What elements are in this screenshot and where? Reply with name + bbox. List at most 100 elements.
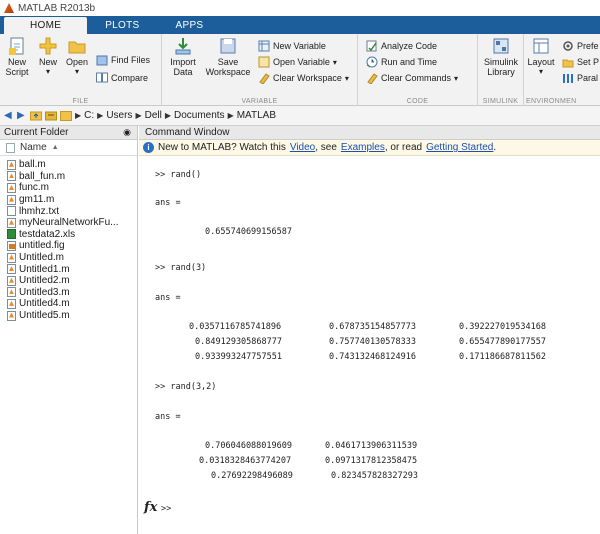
breadcrumb-separator-icon: ▶: [75, 111, 82, 120]
open-dropdown-icon: ▾: [74, 67, 79, 76]
file-list-item[interactable]: untitled.fig: [0, 240, 137, 252]
compare-label: Compare: [111, 73, 149, 83]
command-window-header: Command Window: [139, 126, 600, 140]
breadcrumb-item-drive[interactable]: C:: [84, 110, 94, 121]
title-bar: MATLAB R2013b: [0, 0, 600, 16]
file-list-item[interactable]: Untitled2.m: [0, 275, 137, 287]
video-link[interactable]: Video: [290, 142, 315, 153]
breadcrumb-item-matlab[interactable]: MATLAB: [237, 110, 276, 121]
name-column-header[interactable]: Name ▲: [0, 140, 137, 156]
preferences-button[interactable]: Prefe: [562, 40, 599, 52]
simulink-library-button[interactable]: Simulink Library: [480, 37, 522, 77]
m-file-icon: [7, 310, 16, 321]
save-workspace-button[interactable]: Save Workspace: [204, 37, 252, 77]
function-browser-icon[interactable]: fx: [144, 500, 157, 515]
m-file-icon: [7, 264, 16, 275]
open-variable-dropdown-icon: ▾: [332, 57, 337, 67]
breadcrumb-item-dell[interactable]: Dell: [145, 110, 162, 121]
m-file-icon: [7, 275, 16, 286]
m-file-icon: [7, 287, 16, 298]
clear-commands-icon: [367, 73, 378, 84]
variable-group-label: VARIABLE: [241, 98, 278, 105]
ans-label: ans =: [155, 198, 181, 208]
txt-file-icon: [7, 206, 16, 217]
layout-icon: [533, 38, 549, 54]
new-button[interactable]: New ▾: [36, 37, 60, 77]
file-name: Untitled2.m: [19, 275, 70, 287]
file-list-item[interactable]: Untitled.m: [0, 252, 137, 264]
window-title: MATLAB R2013b: [18, 2, 96, 14]
file-list-item[interactable]: myNeuralNetworkFu...: [0, 217, 137, 229]
open-variable-label: Open Variable: [273, 57, 330, 67]
file-list-item[interactable]: ball.m: [0, 159, 137, 171]
checkbox-icon: [6, 142, 15, 153]
file-group: New Script New ▾ Open ▾ Find Files Compa…: [0, 34, 162, 106]
set-path-button[interactable]: Set P: [562, 56, 599, 68]
matrix-cell: 0.0318328463774207: [199, 456, 292, 466]
layout-dropdown-icon: ▾: [538, 67, 543, 76]
tab-plots[interactable]: PLOTS: [87, 17, 157, 34]
banner-sep-2: , or read: [384, 142, 423, 153]
file-list-item[interactable]: ball_fun.m: [0, 171, 137, 183]
parallel-button[interactable]: Paral: [562, 72, 598, 84]
browse-folder-icon[interactable]: [45, 110, 57, 121]
tab-home[interactable]: HOME: [4, 17, 88, 34]
clear-workspace-button[interactable]: Clear Workspace ▾: [258, 72, 349, 84]
folder-open-icon: [68, 41, 86, 54]
run-and-time-button[interactable]: Run and Time: [366, 56, 437, 68]
banner-intro: New to MATLAB? Watch this: [158, 142, 286, 153]
layout-button[interactable]: Layout ▾: [526, 37, 556, 77]
file-name: Untitled4.m: [19, 298, 70, 310]
matlab-logo-icon: [4, 3, 14, 13]
new-variable-icon: [258, 40, 270, 52]
file-name: ball_fun.m: [19, 170, 66, 182]
m-file-icon: [7, 194, 16, 205]
find-files-icon: [96, 55, 108, 66]
open-button[interactable]: Open ▾: [64, 37, 90, 77]
compare-button[interactable]: Compare: [96, 72, 148, 84]
matrix-cell: 0.757740130578333: [329, 337, 416, 347]
current-folder-title: Current Folder: [4, 127, 69, 138]
clear-workspace-dropdown-icon: ▾: [344, 73, 349, 83]
file-list-item[interactable]: Untitled4.m: [0, 298, 137, 310]
new-variable-button[interactable]: New Variable: [258, 40, 326, 52]
command-prompt[interactable]: >>: [161, 504, 171, 514]
matrix-cell: 0.678735154857773: [329, 322, 416, 332]
file-list-item[interactable]: gm11.m: [0, 194, 137, 206]
file-list-item[interactable]: Untitled5.m: [0, 310, 137, 322]
new-script-button[interactable]: New Script: [4, 37, 30, 77]
back-arrow-icon[interactable]: ◀: [4, 110, 14, 121]
import-data-icon: [175, 38, 191, 55]
file-list-item[interactable]: lhmhz.txt: [0, 205, 137, 217]
file-list: ball.m ball_fun.m func.m gm11.m lhmhz.txt myN…: [0, 156, 137, 321]
breadcrumb-separator-icon: ▶: [227, 111, 234, 120]
file-list-item[interactable]: Untitled1.m: [0, 263, 137, 275]
open-variable-button[interactable]: Open Variable ▾: [258, 56, 337, 68]
clear-commands-button[interactable]: Clear Commands ▾: [366, 72, 458, 84]
file-name: gm11.m: [19, 194, 55, 206]
file-list-item[interactable]: func.m: [0, 182, 137, 194]
banner-end: .: [493, 142, 497, 153]
command-window-title: Command Window: [145, 127, 230, 138]
forward-arrow-icon[interactable]: ▶: [17, 110, 27, 121]
new-dropdown-icon: ▾: [45, 67, 50, 76]
breadcrumb-item-users[interactable]: Users: [106, 110, 132, 121]
examples-link[interactable]: Examples: [341, 142, 385, 153]
getting-started-link[interactable]: Getting Started: [426, 142, 493, 153]
up-folder-icon[interactable]: [30, 110, 42, 121]
matrix-cell: 0.171186687811562: [459, 352, 546, 362]
analyze-code-button[interactable]: Analyze Code: [366, 40, 437, 52]
new-plus-icon: [39, 37, 57, 55]
simulink-group: Simulink Library SIMULINK: [478, 34, 524, 106]
import-data-button[interactable]: Import Data: [168, 37, 198, 77]
file-list-item[interactable]: testdata2.xls: [0, 229, 137, 241]
find-files-button[interactable]: Find Files: [96, 54, 150, 66]
new-script-icon: [9, 37, 24, 55]
tab-apps[interactable]: APPS: [158, 17, 222, 34]
file-name: Untitled.m: [19, 252, 65, 264]
pane-menu-icon[interactable]: ◉: [123, 127, 131, 138]
file-list-item[interactable]: Untitled3.m: [0, 287, 137, 299]
m-file-icon: [7, 171, 16, 182]
find-files-label: Find Files: [111, 55, 151, 65]
breadcrumb-item-documents[interactable]: Documents: [174, 110, 225, 121]
